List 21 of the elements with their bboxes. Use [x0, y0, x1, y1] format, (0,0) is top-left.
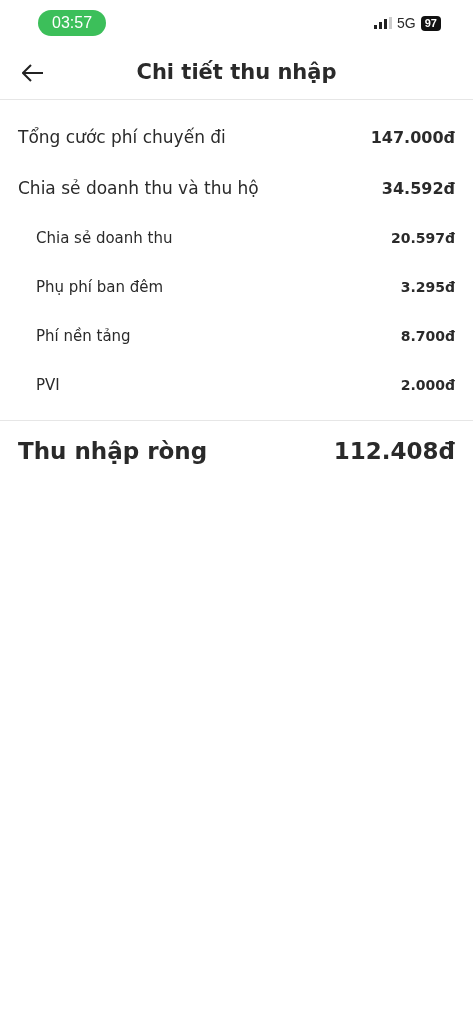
item-label: Chia sẻ doanh thu và thu hộ — [18, 176, 259, 200]
item-label: PVI — [36, 375, 60, 397]
item-amount: 8.700đ — [400, 327, 455, 346]
total-amount: 112.408đ — [333, 437, 455, 467]
item-amount: 2.000đ — [400, 376, 455, 395]
item-amount: 3.295đ — [400, 278, 455, 297]
item-label: Phí nền tảng — [36, 326, 131, 348]
back-button[interactable] — [20, 62, 46, 84]
signal-icon — [374, 17, 393, 29]
item-amount: 147.000đ — [370, 126, 455, 149]
status-time: 03:57 — [38, 10, 107, 36]
total-label: Thu nhập ròng — [18, 437, 208, 467]
network-label: 5G — [397, 13, 416, 33]
item-label: Tổng cước phí chuyến đi — [18, 125, 226, 149]
page-title: Chi tiết thu nhập — [136, 58, 337, 86]
item-label: Phụ phí ban đêm — [36, 277, 164, 299]
battery-indicator: 97 — [420, 15, 441, 31]
item-amount: 34.592đ — [381, 177, 455, 200]
item-label: Chia sẻ doanh thu — [36, 228, 173, 250]
item-amount: 20.597đ — [390, 229, 455, 248]
back-arrow-icon — [22, 64, 44, 82]
